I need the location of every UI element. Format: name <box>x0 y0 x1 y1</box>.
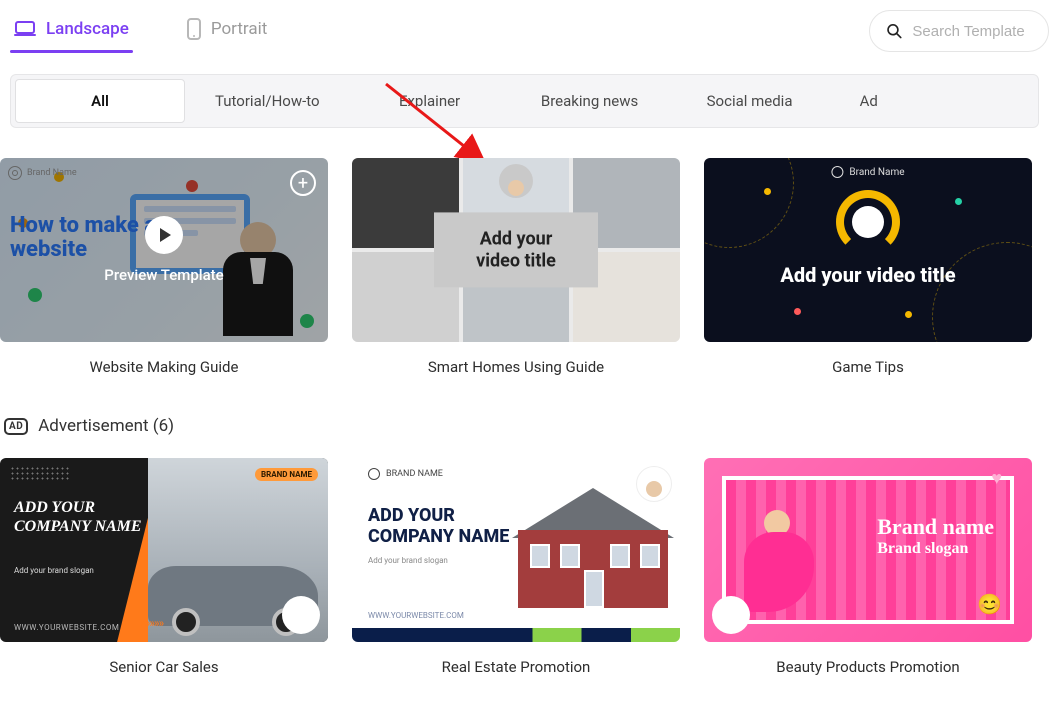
template-card-car[interactable]: BRAND NAME ADD YOUR COMPANY NAME Add you… <box>0 458 328 676</box>
hover-overlay: Preview Template <box>0 158 328 342</box>
section-label: Advertisement (6) <box>38 416 174 436</box>
emoji-icon: 😊 <box>977 592 1002 616</box>
template-row-2: BRAND NAME ADD YOUR COMPANY NAME Add you… <box>0 436 1049 676</box>
avatar-icon <box>499 164 533 198</box>
thumb-headline: Add your video title <box>434 212 598 287</box>
template-card-gametips[interactable]: Brand Name Add your video title Game Tip… <box>704 158 1032 376</box>
template-thumb: Brand Name How to make a website + Previ… <box>0 158 328 342</box>
thumb-headline: ADD YOUR COMPANY NAME <box>14 498 144 536</box>
avatar-icon <box>282 596 320 634</box>
search-box[interactable] <box>869 10 1049 52</box>
template-thumb: Brand Name Add your video title <box>704 158 1032 342</box>
category-all[interactable]: All <box>15 79 185 123</box>
category-breaking[interactable]: Breaking news <box>510 80 670 122</box>
template-title: Senior Car Sales <box>0 658 328 676</box>
category-social[interactable]: Social media <box>670 80 830 122</box>
heart-icon: ♥ <box>991 468 1002 489</box>
laptop-icon <box>14 21 36 37</box>
thumb-headline: ADD YOUR COMPANY NAME <box>368 506 528 547</box>
template-card-realestate[interactable]: BRAND NAME ADD YOUR COMPANY NAME Add you… <box>352 458 680 676</box>
template-title: Smart Homes Using Guide <box>352 358 680 376</box>
template-thumb: ♥ Brand name Brand slogan 😊 <box>704 458 1032 642</box>
top-bar: Landscape Portrait <box>0 0 1049 54</box>
preview-label: Preview Template <box>104 266 223 284</box>
tab-landscape[interactable]: Landscape <box>10 9 133 53</box>
template-thumb: BRAND NAME ADD YOUR COMPANY NAME Add you… <box>0 458 328 642</box>
category-tutorial[interactable]: Tutorial/How-to <box>185 80 350 122</box>
brand-badge: BRAND NAME <box>255 468 318 481</box>
phone-icon <box>187 18 201 40</box>
brand-chip: Brand Name <box>8 166 77 180</box>
category-ad[interactable]: Ad <box>830 80 886 122</box>
template-title: Game Tips <box>704 358 1032 376</box>
template-row-1: Brand Name How to make a website + Previ… <box>0 128 1049 376</box>
template-title: Beauty Products Promotion <box>704 658 1032 676</box>
template-thumb: Add your video title <box>352 158 680 342</box>
template-thumb: BRAND NAME ADD YOUR COMPANY NAME Add you… <box>352 458 680 642</box>
search-icon <box>886 21 902 41</box>
brand-chip: Brand Name <box>831 166 904 178</box>
tab-landscape-label: Landscape <box>46 19 129 39</box>
thumb-headline: Add your video title <box>704 263 1032 287</box>
template-card-website[interactable]: Brand Name How to make a website + Previ… <box>0 158 328 376</box>
chevron-icon: »»»»» <box>140 616 163 630</box>
add-template-icon[interactable]: + <box>290 170 316 196</box>
avatar-icon <box>712 596 750 634</box>
section-advertisement: AD Advertisement (6) <box>4 416 1049 436</box>
ad-badge-icon: AD <box>4 418 28 435</box>
play-icon[interactable] <box>145 216 183 254</box>
tab-portrait-label: Portrait <box>211 19 267 39</box>
template-card-smarthome[interactable]: Add your video title Smart Homes Using G… <box>352 158 680 376</box>
template-title: Real Estate Promotion <box>352 658 680 676</box>
thumb-slogan: Add your brand slogan <box>368 556 448 565</box>
thumb-site: WWW.YOURWEBSITE.COM <box>14 623 119 632</box>
category-explainer[interactable]: Explainer <box>350 80 510 122</box>
tab-portrait[interactable]: Portrait <box>183 8 271 54</box>
template-title: Website Making Guide <box>0 358 328 376</box>
brand-chip: BRAND NAME <box>368 468 443 480</box>
thumb-site: WWW.YOURWEBSITE.COM <box>368 611 464 620</box>
template-card-beauty[interactable]: ♥ Brand name Brand slogan 😊 Beauty Produ… <box>704 458 1032 676</box>
search-input[interactable] <box>912 23 1032 40</box>
thumb-slogan: Add your brand slogan <box>14 566 94 575</box>
category-bar: All Tutorial/How-to Explainer Breaking n… <box>10 74 1039 128</box>
thumb-brand: Brand name Brand slogan <box>877 514 994 558</box>
